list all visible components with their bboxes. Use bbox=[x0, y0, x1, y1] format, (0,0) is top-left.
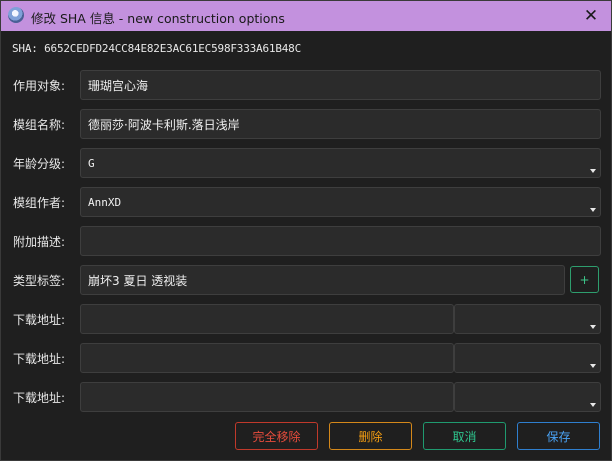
age-rating-label: 年龄分级: bbox=[13, 157, 66, 171]
chevron-down-icon bbox=[590, 403, 596, 407]
target-input[interactable]: 珊瑚宫心海 bbox=[80, 70, 601, 100]
mod-name-value: 德丽莎·阿波卡利斯.落日浅岸 bbox=[88, 117, 240, 132]
close-button[interactable]: ✕ bbox=[570, 0, 612, 31]
tags-label: 类型标签: bbox=[13, 274, 66, 288]
cancel-button[interactable]: 取消 bbox=[423, 422, 506, 450]
chevron-down-icon bbox=[590, 208, 596, 212]
download-url-input-3[interactable] bbox=[80, 382, 454, 412]
add-tag-button[interactable]: + bbox=[570, 266, 599, 293]
download-url-input-1[interactable] bbox=[80, 304, 454, 334]
delete-button[interactable]: 删除 bbox=[329, 422, 412, 450]
dialog-window: 修改 SHA 信息 - new construction options ✕ S… bbox=[0, 0, 612, 461]
author-value: AnnXD bbox=[88, 195, 122, 209]
chevron-down-icon bbox=[590, 169, 596, 173]
download-label-1: 下载地址: bbox=[13, 313, 66, 327]
plus-icon: + bbox=[579, 272, 590, 287]
author-select[interactable]: AnnXD bbox=[80, 187, 601, 217]
title-bar[interactable]: 修改 SHA 信息 - new construction options ✕ bbox=[0, 0, 612, 31]
remove-all-button[interactable]: 完全移除 bbox=[235, 422, 318, 450]
mod-name-label: 模组名称: bbox=[13, 118, 66, 132]
description-label: 附加描述: bbox=[13, 235, 66, 249]
description-input[interactable] bbox=[80, 226, 601, 256]
age-rating-value: G bbox=[88, 156, 95, 170]
tags-input[interactable]: 崩坏3 夏日 透视装 bbox=[80, 265, 565, 295]
tags-value: 崩坏3 夏日 透视装 bbox=[88, 273, 188, 288]
author-label: 模组作者: bbox=[13, 196, 66, 210]
download-type-select-3[interactable] bbox=[454, 382, 601, 412]
download-label-2: 下载地址: bbox=[13, 352, 66, 366]
target-value: 珊瑚宫心海 bbox=[88, 78, 149, 93]
mod-name-input[interactable]: 德丽莎·阿波卡利斯.落日浅岸 bbox=[80, 109, 601, 139]
download-label-3: 下载地址: bbox=[13, 391, 66, 405]
download-url-input-2[interactable] bbox=[80, 343, 454, 373]
window-title: 修改 SHA 信息 - new construction options bbox=[31, 11, 285, 26]
chevron-down-icon bbox=[590, 325, 596, 329]
save-button[interactable]: 保存 bbox=[517, 422, 600, 450]
app-icon bbox=[8, 7, 24, 23]
download-type-select-2[interactable] bbox=[454, 343, 601, 373]
age-rating-select[interactable]: G bbox=[80, 148, 601, 178]
close-icon: ✕ bbox=[583, 5, 599, 26]
sha-text: SHA: 6652CEDFD24CC84E82E3AC61EC598F333A6… bbox=[12, 42, 302, 55]
target-label: 作用对象: bbox=[13, 79, 66, 93]
chevron-down-icon bbox=[590, 364, 596, 368]
download-type-select-1[interactable] bbox=[454, 304, 601, 334]
